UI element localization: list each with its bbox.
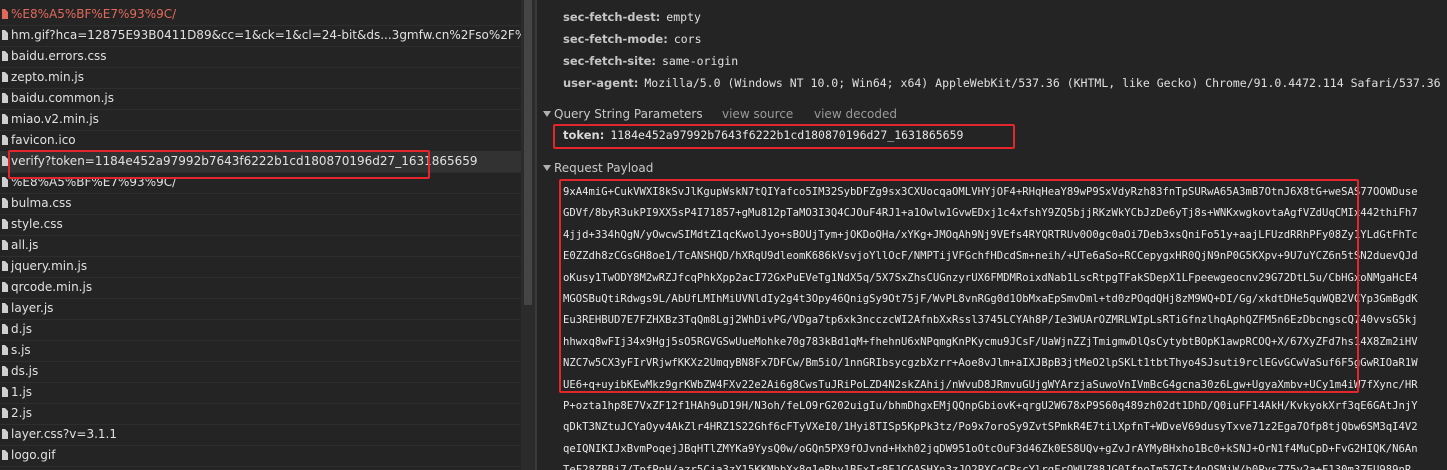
request-row[interactable]: %E8%A5%BF%E7%93%9C/	[0, 4, 521, 26]
request-header-row: sec-fetch-dest: empty	[563, 10, 701, 24]
request-name: baidu.common.js	[11, 91, 115, 105]
request-payload-section-header[interactable]: Request Payload	[537, 158, 1447, 178]
header-key: sec-fetch-mode:	[563, 32, 668, 46]
request-row[interactable]: zepto.min.js	[0, 67, 521, 89]
request-name: 2.js	[11, 406, 33, 420]
file-icon	[2, 135, 8, 145]
verify-request-highlight-box	[8, 150, 430, 179]
view-source-link[interactable]: view source	[722, 104, 793, 124]
request-row[interactable]: hm.gif?hca=12875E93B0411D89&cc=1&ck=1&cl…	[0, 25, 521, 47]
request-name: baidu.errors.css	[11, 49, 107, 63]
request-name: layer.css?v=3.1.1	[11, 427, 117, 441]
header-key: user-agent:	[563, 76, 639, 90]
request-row[interactable]: bulma.css	[0, 193, 521, 215]
file-icon	[2, 387, 8, 397]
request-name: logo.gif	[11, 448, 56, 462]
header-key: sec-fetch-dest:	[563, 10, 661, 24]
request-row[interactable]: miao.v2.min.js	[0, 109, 521, 131]
file-icon	[2, 408, 8, 418]
payload-line: qDkT3NZtuJCYaOyv4AkZlr4HRZ1S22Ghf6cFTyVX…	[563, 421, 1418, 434]
file-icon	[2, 324, 8, 334]
request-row[interactable]: 2.js	[0, 403, 521, 425]
file-icon	[2, 345, 8, 355]
file-icon	[2, 450, 8, 460]
query-string-title: Query String Parameters	[554, 107, 703, 121]
header-value: cors	[673, 32, 702, 46]
request-name: qrcode.min.js	[11, 280, 93, 294]
request-row[interactable]: logo.gif	[0, 445, 521, 467]
request-name: bulma.css	[11, 196, 72, 210]
request-row[interactable]: baidu.common.js	[0, 88, 521, 110]
request-row[interactable]: s.js	[0, 340, 521, 362]
request-name: style.css	[11, 217, 63, 231]
request-name: hm.gif?hca=12875E93B0411D89&cc=1&ck=1&cl…	[11, 28, 521, 42]
request-row[interactable]: 1.js	[0, 382, 521, 404]
file-icon	[2, 282, 8, 292]
file-icon	[2, 177, 8, 187]
request-list-scroll-thumb[interactable]	[524, 0, 532, 305]
request-row[interactable]: jquery.min.js	[0, 256, 521, 278]
payload-line: qeIQNIKIJxBvmPoqejJBqHTlZMYKa9YysQ0w/oGQ…	[563, 442, 1418, 455]
file-icon	[2, 240, 8, 250]
file-icon	[2, 261, 8, 271]
request-details-panel: sec-fetch-dest: empty sec-fetch-mode: cors s…	[537, 0, 1447, 470]
request-name: %E8%A5%BF%E7%93%9C/	[11, 7, 177, 21]
request-name: layer.js	[11, 301, 54, 315]
header-key: sec-fetch-site:	[563, 54, 656, 68]
collapse-triangle-icon[interactable]	[543, 165, 551, 171]
request-list: %E8%A5%BF%E7%93%9C/hm.gif?hca=12875E93B0…	[0, 0, 521, 470]
request-header-row: user-agent: Mozilla/5.0 (Windows NT 10.0;…	[563, 76, 1441, 90]
file-icon	[2, 198, 8, 208]
file-icon	[2, 51, 8, 61]
payload-line: P+ozta1hp8E7VxZF12f1HAh9uD19H/N3oh/feLO9…	[563, 400, 1418, 412]
request-row[interactable]: layer.css?v=3.1.1	[0, 424, 521, 446]
file-icon	[2, 93, 8, 103]
request-row[interactable]: baidu.errors.css	[0, 46, 521, 68]
header-value: same-origin	[662, 54, 739, 68]
header-value: empty	[666, 10, 701, 24]
file-icon	[2, 366, 8, 376]
payload-highlight-box	[559, 179, 1359, 393]
request-name: 1.js	[11, 385, 33, 399]
request-row[interactable]: style.css	[0, 214, 521, 236]
file-icon	[2, 303, 8, 313]
request-name: miao.v2.min.js	[11, 112, 99, 126]
request-header-row: sec-fetch-mode: cors	[563, 32, 702, 46]
request-row[interactable]: favicon.ico	[0, 130, 521, 152]
request-row[interactable]: ds.js	[0, 361, 521, 383]
request-row[interactable]: layer.js	[0, 298, 521, 320]
request-name: zepto.min.js	[11, 70, 84, 84]
request-name: all.js	[11, 238, 39, 252]
request-row[interactable]: qrcode.min.js	[0, 277, 521, 299]
request-name: d.js	[11, 322, 33, 336]
request-payload-title: Request Payload	[554, 161, 654, 175]
view-decoded-link[interactable]: view decoded	[814, 104, 897, 124]
collapse-triangle-icon[interactable]	[543, 111, 551, 117]
token-highlight-box	[553, 124, 1015, 149]
request-row[interactable]: d.js	[0, 319, 521, 341]
request-name: jquery.min.js	[11, 259, 88, 273]
header-value: Mozilla/5.0 (Windows NT 10.0; Win64; x64…	[644, 76, 1441, 90]
request-header-row: sec-fetch-site: same-origin	[563, 54, 738, 68]
query-string-section-header[interactable]: Query String Parameters view source view…	[537, 104, 1447, 124]
file-icon	[2, 219, 8, 229]
file-icon	[2, 114, 8, 124]
request-row[interactable]: all.js	[0, 235, 521, 257]
file-icon	[2, 72, 8, 82]
payload-line: TeF28ZBBj7/TpfPpH/azr5Cja3zY15KKMhbXx8g1…	[563, 462, 1411, 470]
request-name: s.js	[11, 343, 31, 357]
file-icon	[2, 429, 8, 439]
file-icon	[2, 9, 8, 19]
request-name: ds.js	[11, 364, 39, 378]
file-icon	[2, 30, 8, 40]
request-name: favicon.ico	[11, 133, 76, 147]
